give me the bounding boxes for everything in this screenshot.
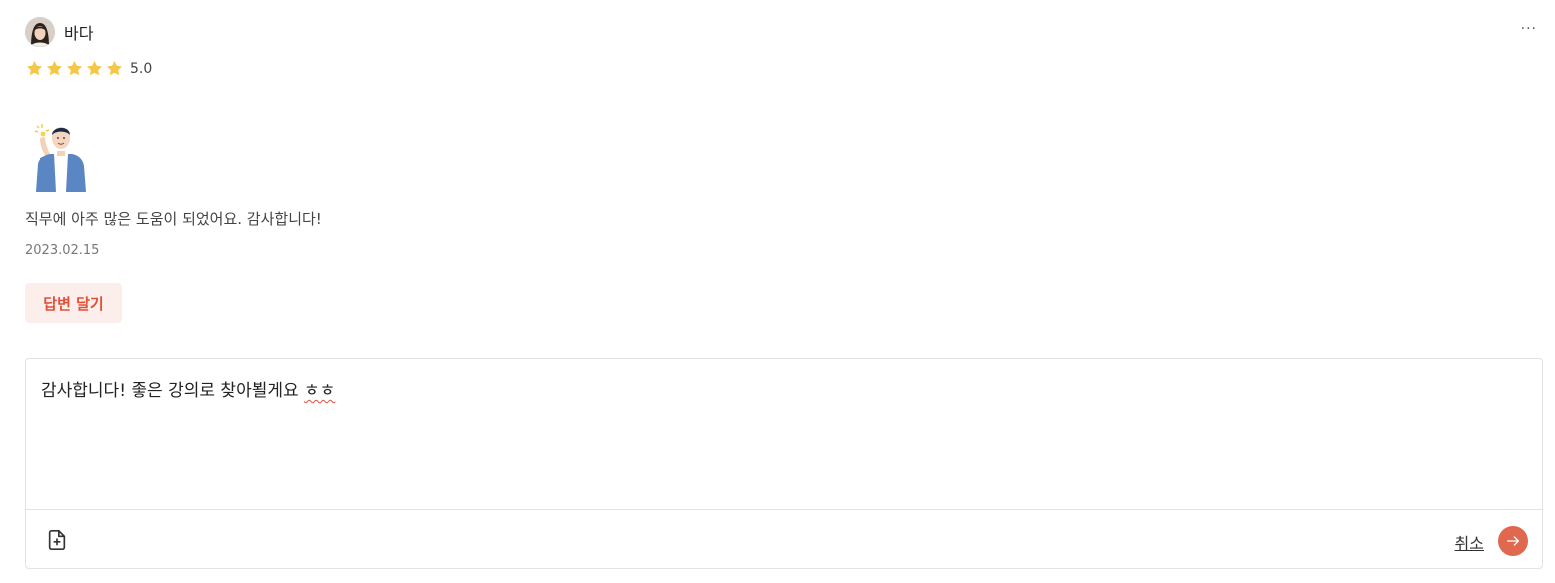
review-author: 바다 <box>25 17 93 47</box>
reply-button[interactable]: 답변 달기 <box>25 283 122 323</box>
author-name: 바다 <box>64 24 94 43</box>
misspelled-word: ㅎㅎ <box>304 381 336 401</box>
rating-stars <box>25 59 124 78</box>
review-text: 직무에 아주 많은 도움이 되었어요. 감사합니다! <box>25 210 322 228</box>
review-date: 2023.02.15 <box>25 243 100 258</box>
file-plus-icon[interactable] <box>46 529 68 551</box>
editor-footer: 취소 <box>26 509 1542 570</box>
cancel-button[interactable]: 취소 <box>1455 530 1484 554</box>
star-icon <box>106 60 123 76</box>
review-card: 바다 ··· 5.0 직무에 아주 많은 도움이 되었어요. 감사합니다! 20… <box>0 0 1555 583</box>
star-icon <box>26 60 43 76</box>
star-icon <box>86 60 103 76</box>
reply-editor[interactable]: 감사합니다! 좋은 강의로 찾아뵐게요 ㅎㅎ 취소 <box>25 358 1543 569</box>
rating-value: 5.0 <box>130 60 153 77</box>
arrow-right-icon <box>1507 536 1519 546</box>
rating: 5.0 <box>25 59 152 78</box>
avatar <box>25 17 55 47</box>
reply-input[interactable]: 감사합니다! 좋은 강의로 찾아뵐게요 ㅎㅎ <box>41 376 335 401</box>
review-image[interactable] <box>32 122 90 192</box>
reply-input-text: 감사합니다! 좋은 강의로 찾아뵐게요 <box>41 381 305 401</box>
star-icon <box>66 60 83 76</box>
submit-button[interactable] <box>1498 526 1528 556</box>
more-options-button[interactable]: ··· <box>1521 21 1537 37</box>
star-icon <box>46 60 63 76</box>
